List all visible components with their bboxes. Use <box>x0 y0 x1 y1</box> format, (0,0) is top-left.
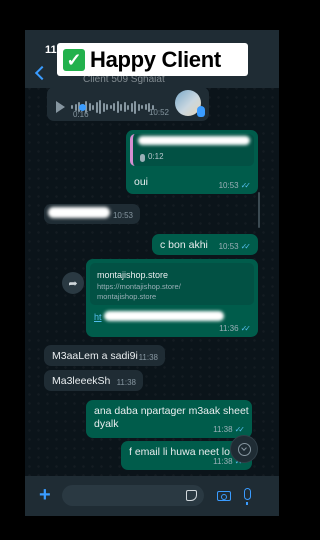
read-ticks-icon: ✓✓ <box>240 181 252 190</box>
message-text: M3aaLem a sadi9i <box>52 350 138 362</box>
link-preview-card[interactable]: montajishop.store https://montajishop.st… <box>90 263 254 305</box>
message-time: 11:38 <box>116 378 136 387</box>
message-text: c bon akhi <box>160 239 208 251</box>
outgoing-message[interactable]: ana daba npartager m3aak sheet dyalk 11:3… <box>86 400 252 438</box>
voice-duration: 0:16 <box>73 110 89 119</box>
message-time: 10:53 ✓✓ <box>218 181 252 190</box>
read-ticks-icon: ✓✓ <box>234 425 246 434</box>
chat-screen: 11 Client 509 Sghaiat 0:16 10:52 0:12 ou… <box>25 30 279 516</box>
microphone-icon <box>197 106 205 117</box>
link-preview-description: https://montajishop.store/ montajishop.s… <box>97 282 181 301</box>
outgoing-message-reply[interactable]: 0:12 oui 10:53 ✓✓ <box>126 130 258 194</box>
message-time: 11:36 ✓✓ <box>219 324 251 333</box>
plus-icon[interactable]: + <box>39 484 51 507</box>
message-time: 10:53 <box>112 211 133 220</box>
incoming-message[interactable]: Ma3leeekSh 11:38 <box>44 370 143 391</box>
message-text: Ma3leeekSh <box>52 375 111 387</box>
message-text: oui <box>134 176 149 188</box>
message-time: 10:52 <box>148 108 169 117</box>
message-time: 10:53 ✓✓ <box>218 242 252 251</box>
read-ticks-icon: ✓✓ <box>240 324 252 333</box>
check-icon: ✓ <box>63 48 85 71</box>
microphone-icon <box>140 154 145 162</box>
banner-title: Happy Client <box>90 46 221 72</box>
message-input[interactable] <box>62 485 204 506</box>
microphone-icon[interactable] <box>244 488 251 505</box>
outgoing-message[interactable]: c bon akhi 10:53 ✓✓ <box>152 234 258 255</box>
message-time: 11:38✓✓ <box>213 425 245 434</box>
message-time: 11:38 <box>138 353 158 362</box>
message-composer: + <box>25 476 279 516</box>
outgoing-link-message[interactable]: montajishop.store https://montajishop.st… <box>86 259 258 337</box>
redaction-mark <box>48 207 110 218</box>
status-time: 11 <box>45 44 57 56</box>
camera-icon[interactable] <box>217 491 231 501</box>
chevron-down-circle-icon <box>237 442 251 456</box>
quoted-duration: 0:12 <box>148 152 164 161</box>
link-url[interactable]: ht <box>94 312 102 322</box>
incoming-message-redacted[interactable]: 10:53 <box>44 204 140 224</box>
happy-client-banner: ✓ Happy Client <box>57 43 248 76</box>
redaction-mark <box>138 136 250 145</box>
incoming-message[interactable]: M3aaLem a sadi9i 11:38 <box>44 345 165 366</box>
read-ticks-icon: ✓✓ <box>240 242 252 251</box>
scrollbar[interactable] <box>258 192 260 228</box>
chevron-left-icon[interactable] <box>34 65 50 81</box>
play-icon[interactable] <box>56 101 65 113</box>
forward-arrow-icon[interactable]: ➦ <box>62 272 84 294</box>
voice-message[interactable]: 0:16 10:52 <box>47 87 209 121</box>
scroll-to-bottom-button[interactable] <box>230 435 258 463</box>
redaction-mark <box>104 311 224 321</box>
link-preview-title: montajishop.store <box>97 270 169 280</box>
